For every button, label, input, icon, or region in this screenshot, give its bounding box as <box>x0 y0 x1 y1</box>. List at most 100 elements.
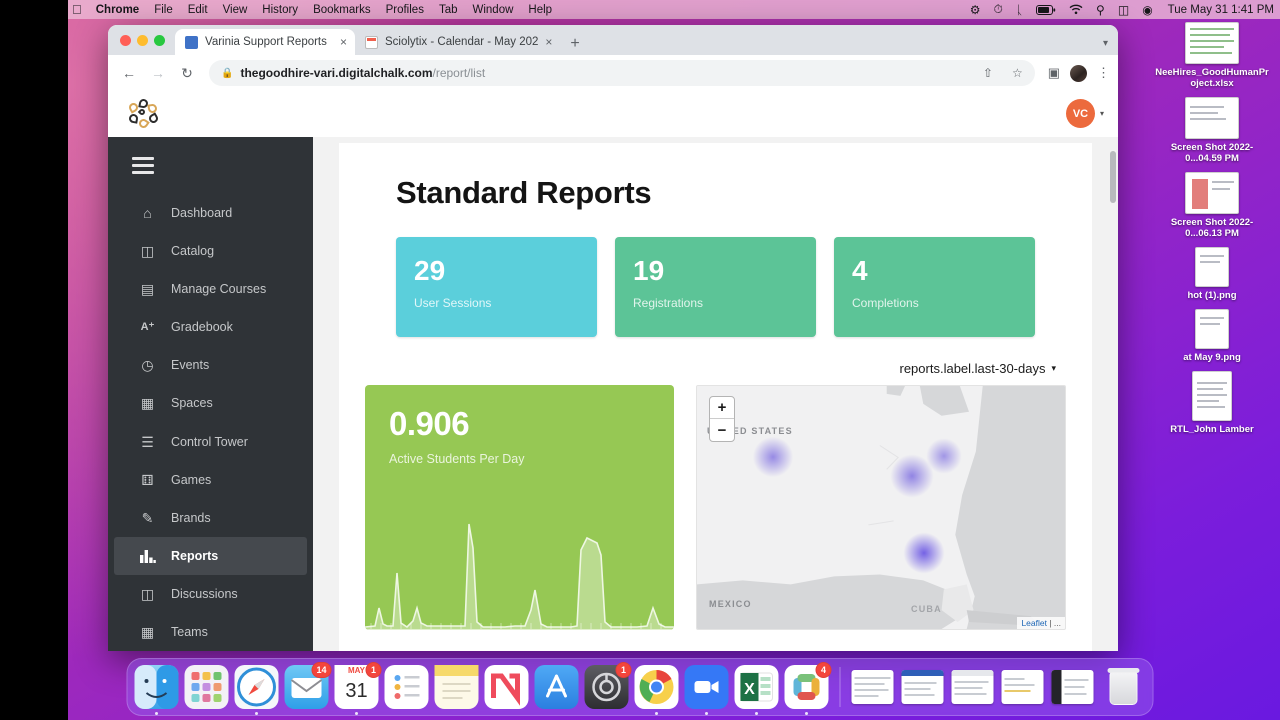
desktop-icon-screenshot-1[interactable]: Screen Shot 2022-0...04.59 PM <box>1153 97 1271 164</box>
menu-tab[interactable]: Tab <box>439 4 458 16</box>
pencil-square-icon: ✎ <box>141 509 154 526</box>
sidebar-item-dashboard[interactable]: ⌂ Dashboard <box>114 194 307 232</box>
active-students-panel[interactable]: 0.906 Active Students Per Day <box>365 385 674 630</box>
dock-minimized-window-4[interactable] <box>1001 665 1046 709</box>
minimize-window-button[interactable] <box>137 34 148 46</box>
page-scrollbar[interactable] <box>1109 137 1118 651</box>
close-tab-icon[interactable]: × <box>340 36 347 48</box>
sidebar-item-events[interactable]: ◷ Events <box>114 346 307 384</box>
browser-tab-0[interactable]: Varinia Support Reports × <box>175 29 355 55</box>
sidebar-item-catalog[interactable]: ◫ Catalog <box>114 232 307 270</box>
reload-button[interactable]: ↻ <box>174 60 200 86</box>
sidebar-item-gradebook[interactable]: A⁺ Gradebook <box>114 308 307 346</box>
close-window-button[interactable] <box>120 34 131 46</box>
map-zoom-in-button[interactable]: + <box>710 397 734 419</box>
dock-minimized-window-5[interactable] <box>1051 665 1096 709</box>
bluetooth-icon[interactable]: ᚳ <box>1016 3 1023 17</box>
timer-icon[interactable]: ⏱ <box>993 2 1002 17</box>
three-dot-menu-icon[interactable]: ⋮ <box>1097 65 1110 81</box>
menu-file[interactable]: File <box>154 4 173 16</box>
stat-card-completions[interactable]: 4 Completions <box>834 237 1035 337</box>
stat-value: 19 <box>633 255 665 286</box>
dock-item-finder[interactable] <box>134 665 179 715</box>
sidebar-item-discussions[interactable]: ◫ Discussions <box>114 575 307 613</box>
sidebar-item-label: Brands <box>171 510 211 525</box>
dock-item-reminders[interactable] <box>384 665 429 709</box>
stat-card-registrations[interactable]: 19 Registrations <box>615 237 816 337</box>
menu-window[interactable]: Window <box>473 4 514 16</box>
menu-bookmarks[interactable]: Bookmarks <box>313 4 371 16</box>
dock-item-slack[interactable]: 4 <box>784 662 832 715</box>
scrollbar-thumb[interactable] <box>1110 151 1116 203</box>
stat-label: Completions <box>852 296 919 310</box>
date-range-dropdown[interactable]: reports.label.last-30-days ▾ <box>900 361 1057 376</box>
close-tab-icon[interactable]: × <box>545 36 552 48</box>
chevron-down-icon[interactable]: ▾ <box>1100 109 1104 118</box>
menu-help[interactable]: Help <box>528 4 552 16</box>
dock-minimized-window-3[interactable] <box>951 665 996 709</box>
dock-item-system-preferences[interactable]: 1 <box>584 662 632 709</box>
desktop-icon-screenshot-3[interactable]: hot (1).png <box>1153 247 1271 301</box>
dock-item-excel[interactable]: X <box>734 665 779 715</box>
map-zoom-out-button[interactable]: − <box>710 419 734 441</box>
menubar-clock[interactable]: Tue May 31 1:41 PM <box>1168 4 1274 16</box>
airplay-icon[interactable]: ◫ <box>1118 3 1129 17</box>
hamburger-menu[interactable] <box>108 145 313 194</box>
leaflet-link[interactable]: Leaflet <box>1021 618 1047 628</box>
desktop-icon-rtl-doc[interactable]: RTL_John Lamber <box>1153 371 1271 435</box>
dock-item-chrome[interactable] <box>634 665 679 715</box>
desktop-icon-xlsx[interactable]: NeeHires_GoodHumanProject.xlsx <box>1153 22 1271 89</box>
leaflet-attribution[interactable]: Leaflet | ... <box>1017 617 1065 629</box>
sidebar-item-reports[interactable]: Reports <box>114 536 307 575</box>
dock-item-launchpad[interactable] <box>184 665 229 709</box>
profile-avatar[interactable] <box>1070 64 1087 82</box>
menu-history[interactable]: History <box>262 4 298 16</box>
dock-item-mail[interactable]: 14 <box>284 662 332 709</box>
geo-heatmap-panel[interactable]: UNITED STATES MEXICO CUBA + − Leaflet | … <box>696 385 1066 630</box>
new-tab-button[interactable]: + <box>560 36 589 55</box>
back-button[interactable]: ← <box>116 60 142 86</box>
sidebar-item-control-tower[interactable]: ☰ Control Tower <box>114 422 307 460</box>
sidebar-item-teams[interactable]: ▦ Teams <box>114 613 307 651</box>
dock-item-safari[interactable] <box>234 665 279 715</box>
menu-edit[interactable]: Edit <box>188 4 208 16</box>
stat-card-user-sessions[interactable]: 29 User Sessions <box>396 237 597 337</box>
tab-search-chevron-down-icon[interactable]: ▾ <box>1093 38 1118 55</box>
side-panel-icon[interactable]: ▣ <box>1048 65 1060 81</box>
page-viewport: VC ▾ ⌂ Dashboard ◫ Catalog ▤ Manage Cour… <box>108 91 1118 651</box>
dock-minimized-window-2[interactable] <box>901 665 946 709</box>
gear-icon[interactable]: ⚙ <box>970 3 981 17</box>
sidebar-item-brands[interactable]: ✎ Brands <box>114 499 307 537</box>
dock-minimized-window-1[interactable] <box>851 665 896 709</box>
sidebar-nav: ⌂ Dashboard ◫ Catalog ▤ Manage Courses A… <box>108 137 313 651</box>
menu-profiles[interactable]: Profiles <box>386 4 424 16</box>
varinia-logo[interactable] <box>126 97 162 130</box>
sidebar-item-label: Spaces <box>171 396 213 411</box>
battery-icon[interactable] <box>1036 4 1056 15</box>
desktop-icon-screenshot-4[interactable]: at May 9.png <box>1153 309 1271 363</box>
forward-button[interactable]: → <box>145 60 171 86</box>
dock-item-zoom[interactable] <box>684 665 729 715</box>
sidebar-item-games[interactable]: ⚅ Games <box>114 461 307 499</box>
wifi-icon[interactable] <box>1069 4 1083 15</box>
sidebar-item-manage-courses[interactable]: ▤ Manage Courses <box>114 270 307 308</box>
sidebar-item-spaces[interactable]: ▦ Spaces <box>114 384 307 422</box>
desktop-icon-screenshot-2[interactable]: Screen Shot 2022-0...06.13 PM <box>1153 172 1271 239</box>
search-icon[interactable]: ⚲ <box>1096 3 1105 17</box>
menu-chrome[interactable]: Chrome <box>96 4 139 16</box>
calendar-clock-icon: ◷ <box>141 357 154 374</box>
browser-tab-1[interactable]: Sciolytix - Calendar - May 202 × <box>355 29 561 55</box>
dock-item-calendar[interactable]: MAY 31 1 <box>334 662 382 715</box>
share-icon[interactable]: ⇧ <box>983 66 993 80</box>
dock-item-news[interactable] <box>484 665 529 709</box>
maximize-window-button[interactable] <box>154 34 165 46</box>
dock-item-notes[interactable] <box>434 665 479 709</box>
star-icon[interactable]: ☆ <box>1012 66 1023 80</box>
apple-logo-icon[interactable]:  <box>72 3 82 16</box>
user-avatar[interactable]: VC <box>1065 99 1095 128</box>
trash-icon[interactable] <box>1102 665 1146 709</box>
dock-item-app-store[interactable] <box>534 665 579 709</box>
address-bar[interactable]: 🔒 thegoodhire-vari.digitalchalk.com/repo… <box>209 60 1035 86</box>
menu-view[interactable]: View <box>223 4 248 16</box>
siri-icon[interactable]: ◉ <box>1142 3 1152 17</box>
